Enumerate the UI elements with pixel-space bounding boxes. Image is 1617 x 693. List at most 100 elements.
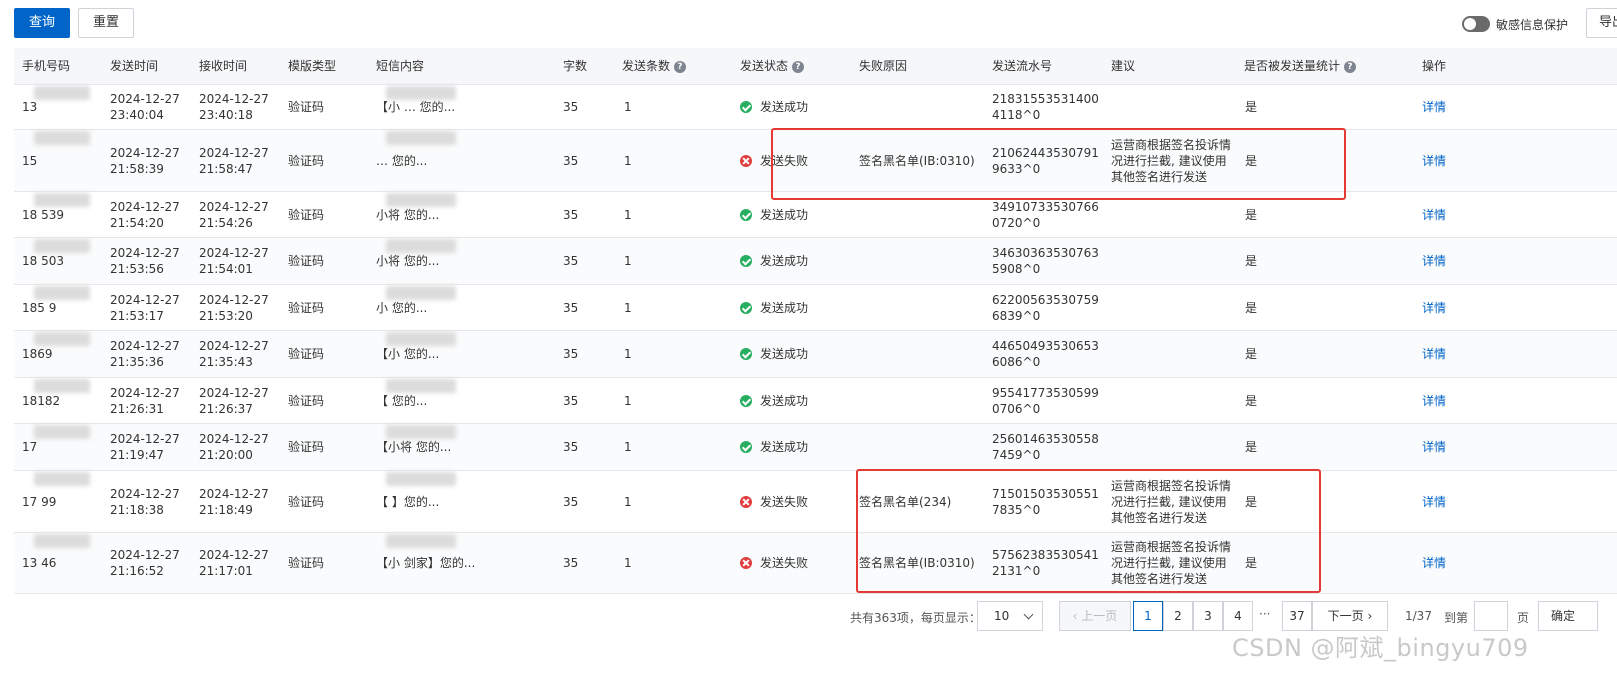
send-count-cell-text: 1 bbox=[624, 254, 632, 268]
detail-link-text[interactable]: 详情 bbox=[1422, 555, 1446, 571]
redaction-mask bbox=[386, 379, 456, 393]
detail-link[interactable]: 详情 bbox=[1422, 238, 1462, 284]
fail-reason-cell bbox=[859, 85, 984, 129]
fail-reason-cell: 签名黑名单(IB:0310) bbox=[859, 130, 984, 191]
serial-cell-text: 256014635305587459^0 bbox=[992, 432, 1099, 462]
detail-link[interactable]: 详情 bbox=[1422, 85, 1462, 129]
sms-record-table: 手机号码 发送时间 接收时间 模版类型 短信内容 字数 发送条数? 发送状态? … bbox=[14, 48, 1617, 594]
advice-cell: 运营商根据签名投诉情况进行拦截, 建议使用其他签名进行发送 bbox=[1111, 533, 1235, 593]
detail-link[interactable]: 详情 bbox=[1422, 192, 1462, 237]
detail-link-text[interactable]: 详情 bbox=[1422, 99, 1446, 115]
send-time-cell: 2024-12-27 21:53:17 bbox=[110, 285, 190, 330]
sensitive-info-toggle[interactable] bbox=[1462, 16, 1490, 32]
prev-page-button[interactable]: ‹ 上一页 bbox=[1059, 601, 1131, 631]
serial-cell: 715015035305517835^0 bbox=[992, 471, 1104, 532]
goto-page-input[interactable] bbox=[1474, 601, 1508, 631]
send-count-cell-text: 1 bbox=[624, 300, 632, 315]
serial-cell: 256014635305587459^0 bbox=[992, 424, 1104, 470]
page-button-3[interactable]: 3 bbox=[1193, 601, 1223, 631]
fail-cross-icon bbox=[740, 557, 752, 569]
template-type-cell-text: 验证码 bbox=[288, 207, 325, 222]
detail-link-text[interactable]: 详情 bbox=[1422, 253, 1446, 269]
detail-link-text[interactable]: 详情 bbox=[1422, 207, 1446, 223]
detail-link-text[interactable]: 详情 bbox=[1422, 346, 1446, 362]
counted-cell-text: 是 bbox=[1245, 207, 1258, 222]
phone-cell-text: 13 bbox=[22, 100, 38, 114]
words-cell: 35 bbox=[563, 130, 603, 191]
help-icon[interactable]: ? bbox=[674, 60, 687, 73]
counted-cell-text: 是 bbox=[1245, 254, 1258, 268]
words-cell-text: 35 bbox=[563, 347, 579, 361]
table-row: 185 9 2024-12-27 21:53:17 2024-12-27 21:53… bbox=[14, 285, 1617, 331]
template-type-cell: 验证码 bbox=[288, 424, 368, 470]
table-row: 13 46 2024-12-27 21:16:52 2024-12-27 21:17… bbox=[14, 533, 1617, 594]
success-check-icon bbox=[740, 441, 752, 453]
detail-link[interactable]: 详情 bbox=[1422, 285, 1462, 330]
detail-link-text[interactable]: 详情 bbox=[1422, 494, 1446, 510]
table-row: 17 2024-12-27 21:19:47 2024-12-27 21:20:00… bbox=[14, 424, 1617, 471]
col-words-label: 字数 bbox=[563, 59, 588, 73]
words-cell: 35 bbox=[563, 424, 603, 470]
page-size-select[interactable]: 10 bbox=[977, 601, 1043, 631]
redaction-mask bbox=[34, 534, 90, 548]
page-unit-label: 页 bbox=[1517, 611, 1530, 625]
chevron-right-icon: › bbox=[1363, 609, 1373, 623]
redaction-mask bbox=[34, 131, 90, 145]
template-type-cell-text: 验证码 bbox=[288, 254, 325, 268]
reset-button[interactable]: 重置 bbox=[78, 8, 134, 38]
send-count-cell: 1 bbox=[624, 285, 664, 330]
detail-link[interactable]: 详情 bbox=[1422, 331, 1462, 377]
counted-cell: 是 bbox=[1245, 533, 1285, 593]
col-send-count: 发送条数? bbox=[622, 48, 687, 85]
template-type-cell: 验证码 bbox=[288, 378, 368, 423]
detail-link[interactable]: 详情 bbox=[1422, 471, 1462, 532]
watermark: CSDN @阿斌_bingyu709 bbox=[1232, 634, 1529, 662]
page-ellipsis[interactable]: ··· bbox=[1259, 607, 1270, 621]
template-type-cell: 验证码 bbox=[288, 238, 368, 284]
serial-cell: 955417735305990706^0 bbox=[992, 378, 1104, 423]
template-type-cell-text: 验证码 bbox=[288, 347, 325, 361]
content-cell-text: 【小 剑家】您的... bbox=[376, 556, 476, 570]
advice-cell bbox=[1111, 238, 1235, 284]
serial-cell-text: 715015035305517835^0 bbox=[992, 486, 1099, 517]
detail-link-text[interactable]: 详情 bbox=[1422, 153, 1446, 169]
template-type-cell-text: 验证码 bbox=[288, 153, 325, 168]
template-type-cell: 验证码 bbox=[288, 533, 368, 593]
detail-link[interactable]: 详情 bbox=[1422, 130, 1462, 191]
detail-link[interactable]: 详情 bbox=[1422, 378, 1462, 423]
detail-link-text[interactable]: 详情 bbox=[1422, 300, 1446, 316]
words-cell: 35 bbox=[563, 331, 603, 377]
page-button-4[interactable]: 4 bbox=[1223, 601, 1253, 631]
detail-link[interactable]: 详情 bbox=[1422, 533, 1462, 593]
page-button-1[interactable]: 1 bbox=[1133, 601, 1163, 631]
status-cell: 发送成功 bbox=[740, 238, 850, 284]
status-cell: 发送失败 bbox=[740, 533, 850, 593]
send-time-cell-text: 2024-12-27 21:19:47 bbox=[110, 432, 180, 462]
goto-confirm-button[interactable]: 确定 bbox=[1538, 601, 1598, 631]
query-button[interactable]: 查询 bbox=[14, 8, 70, 38]
help-icon[interactable]: ? bbox=[1344, 60, 1357, 73]
recv-time-cell-text: 2024-12-27 21:26:37 bbox=[199, 385, 269, 416]
advice-cell-text: 运营商根据签名投诉情况进行拦截, 建议使用其他签名进行发送 bbox=[1111, 540, 1232, 586]
detail-link-text[interactable]: 详情 bbox=[1422, 439, 1446, 455]
next-page-button[interactable]: 下一页 › bbox=[1312, 601, 1388, 631]
send-count-cell-text: 1 bbox=[624, 393, 632, 408]
page-button-2[interactable]: 2 bbox=[1163, 601, 1193, 631]
export-button[interactable]: 导出 bbox=[1586, 8, 1617, 38]
template-type-cell-text: 验证码 bbox=[288, 440, 325, 454]
advice-cell-text: 运营商根据签名投诉情况进行拦截, 建议使用其他签名进行发送 bbox=[1111, 137, 1232, 184]
phone-cell: 18182 bbox=[22, 378, 102, 423]
phone-cell-text: 185 9 bbox=[22, 300, 57, 315]
detail-link-text[interactable]: 详情 bbox=[1422, 393, 1446, 409]
help-icon[interactable]: ? bbox=[792, 60, 805, 73]
redaction-mask bbox=[386, 193, 456, 207]
page-button-last[interactable]: 37 bbox=[1282, 601, 1312, 631]
phone-cell-text: 13 46 bbox=[22, 556, 57, 570]
table-body: 13 2024-12-27 23:40:04 2024-12-27 23:40:18… bbox=[14, 85, 1617, 594]
detail-link[interactable]: 详情 bbox=[1422, 424, 1462, 470]
send-time-cell-text: 2024-12-27 21:53:56 bbox=[110, 246, 180, 276]
send-time-cell: 2024-12-27 23:40:04 bbox=[110, 85, 190, 129]
advice-cell bbox=[1111, 192, 1235, 237]
table-row: 1869 2024-12-27 21:35:36 2024-12-27 21:35:… bbox=[14, 331, 1617, 378]
col-action-label: 操作 bbox=[1422, 59, 1447, 73]
